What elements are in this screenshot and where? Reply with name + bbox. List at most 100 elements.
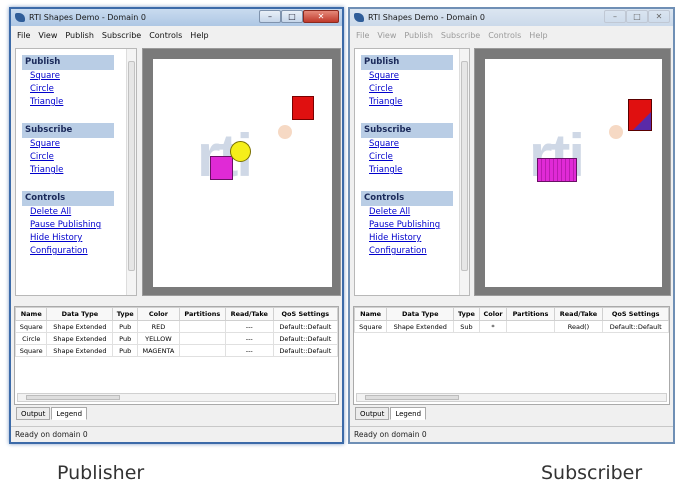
shapes-canvas-frame: rti [474, 48, 671, 296]
publish-circle-link[interactable]: Circle [369, 83, 469, 96]
publish-square-link[interactable]: Square [369, 70, 469, 83]
subscribe-square-link[interactable]: Square [369, 138, 469, 151]
col-partitions[interactable]: Partitions [506, 307, 555, 321]
subscriber-window: RTI Shapes Demo - Domain 0 – □ ✕ File Vi… [348, 7, 675, 444]
panel-scrollbar[interactable] [126, 49, 136, 295]
col-partitions[interactable]: Partitions [178, 307, 226, 321]
subscribe-circle-link[interactable]: Circle [30, 151, 136, 164]
red-square-with-history [628, 99, 652, 131]
tab-output[interactable]: Output [355, 407, 390, 420]
configuration-link[interactable]: Configuration [30, 245, 136, 258]
subscribe-square-link[interactable]: Square [30, 138, 136, 151]
panel-scrollbar[interactable] [459, 49, 469, 295]
scroll-thumb[interactable] [26, 395, 120, 400]
cell: --- [224, 332, 274, 345]
control-panel: Publish Square Circle Triangle Subscribe… [354, 48, 470, 296]
table-row[interactable]: Circle Shape Extended Pub YELLOW --- Def… [15, 332, 338, 345]
close-button[interactable]: ✕ [303, 10, 339, 23]
col-read-take[interactable]: Read/Take [224, 307, 274, 321]
shapes-canvas[interactable]: rti [153, 59, 332, 287]
table-horizontal-scrollbar[interactable] [356, 393, 667, 402]
tab-legend[interactable]: Legend [51, 407, 88, 420]
tab-output[interactable]: Output [16, 407, 51, 420]
menu-publish[interactable]: Publish [401, 28, 438, 43]
subscribe-circle-link[interactable]: Circle [369, 151, 469, 164]
scroll-thumb[interactable] [365, 395, 459, 400]
window-title: RTI Shapes Demo - Domain 0 [368, 13, 485, 22]
subscribe-triangle-link[interactable]: Triangle [30, 164, 136, 177]
cell: Square [15, 344, 48, 357]
menu-file[interactable]: File [14, 28, 35, 43]
table-horizontal-scrollbar[interactable] [17, 393, 336, 402]
cell: Square [354, 320, 388, 333]
shapes-canvas-frame: rti [142, 48, 341, 296]
minimize-button[interactable]: – [604, 10, 626, 23]
menu-controls[interactable]: Controls [485, 28, 526, 43]
cell: * [478, 320, 508, 333]
col-color[interactable]: Color [478, 307, 508, 321]
scroll-thumb[interactable] [461, 61, 468, 271]
pause-publishing-link[interactable]: Pause Publishing [369, 219, 469, 232]
shapes-canvas[interactable]: rti [485, 59, 662, 287]
minimize-button[interactable]: – [259, 10, 281, 23]
subscriber-caption: Subscriber [541, 462, 643, 484]
pause-publishing-link[interactable]: Pause Publishing [30, 219, 136, 232]
menu-view[interactable]: View [35, 28, 62, 43]
table-row[interactable]: Square Shape Extended Sub * Read() Defau… [354, 320, 669, 333]
menu-file[interactable]: File [353, 28, 374, 43]
cell: --- [224, 320, 274, 333]
maximize-button[interactable]: □ [626, 10, 648, 23]
col-color[interactable]: Color [137, 307, 180, 321]
publish-square-link[interactable]: Square [30, 70, 136, 83]
cell: Default::Default [272, 344, 338, 357]
publish-header: Publish [361, 55, 453, 70]
menu-help[interactable]: Help [187, 28, 213, 43]
publish-triangle-link[interactable]: Triangle [30, 96, 136, 109]
table-row[interactable]: Square Shape Extended Pub RED --- Defaul… [15, 320, 338, 333]
scroll-thumb[interactable] [128, 61, 135, 271]
menu-view[interactable]: View [374, 28, 401, 43]
col-qos[interactable]: QoS Settings [272, 307, 338, 321]
menu-subscribe[interactable]: Subscribe [99, 28, 146, 43]
subscribe-header: Subscribe [22, 123, 114, 138]
table-row[interactable]: Square Shape Extended Pub MAGENTA --- De… [15, 344, 338, 357]
col-qos[interactable]: QoS Settings [602, 307, 669, 321]
topics-table: Name Data Type Type Color Partitions Rea… [14, 306, 339, 405]
hide-history-link[interactable]: Hide History [30, 232, 136, 245]
controls-header: Controls [22, 191, 114, 206]
cell: Pub [112, 332, 139, 345]
configuration-link[interactable]: Configuration [369, 245, 469, 258]
menu-publish[interactable]: Publish [62, 28, 99, 43]
publish-circle-link[interactable]: Circle [30, 83, 136, 96]
col-name[interactable]: Name [354, 307, 388, 321]
title-bar[interactable]: RTI Shapes Demo - Domain 0 – □ ✕ [11, 9, 342, 26]
col-type[interactable]: Type [112, 307, 139, 321]
tab-legend[interactable]: Legend [390, 407, 427, 420]
col-read-take[interactable]: Read/Take [553, 307, 604, 321]
close-button[interactable]: ✕ [648, 10, 670, 23]
menu-subscribe[interactable]: Subscribe [438, 28, 485, 43]
col-data-type[interactable]: Data Type [386, 307, 455, 321]
subscribe-triangle-link[interactable]: Triangle [369, 164, 469, 177]
publish-triangle-link[interactable]: Triangle [369, 96, 469, 109]
delete-all-link[interactable]: Delete All [30, 206, 136, 219]
menu-controls[interactable]: Controls [146, 28, 187, 43]
col-type[interactable]: Type [453, 307, 480, 321]
hide-history-link[interactable]: Hide History [369, 232, 469, 245]
controls-header: Controls [361, 191, 453, 206]
cell: Shape Extended [46, 320, 114, 333]
table-header-row: Name Data Type Type Color Partitions Rea… [15, 307, 338, 321]
yellow-circle [230, 141, 251, 162]
cell: Shape Extended [46, 332, 114, 345]
bottom-tabs: Output Legend [355, 407, 427, 420]
cell: --- [224, 344, 274, 357]
delete-all-link[interactable]: Delete All [369, 206, 469, 219]
col-data-type[interactable]: Data Type [46, 307, 114, 321]
menu-help[interactable]: Help [526, 28, 552, 43]
maximize-button[interactable]: □ [281, 10, 303, 23]
menu-bar: File View Publish Subscribe Controls Hel… [11, 28, 342, 43]
publisher-caption: Publisher [57, 462, 145, 484]
col-name[interactable]: Name [15, 307, 48, 321]
title-bar[interactable]: RTI Shapes Demo - Domain 0 – □ ✕ [350, 9, 673, 26]
cell: Read() [553, 320, 604, 333]
